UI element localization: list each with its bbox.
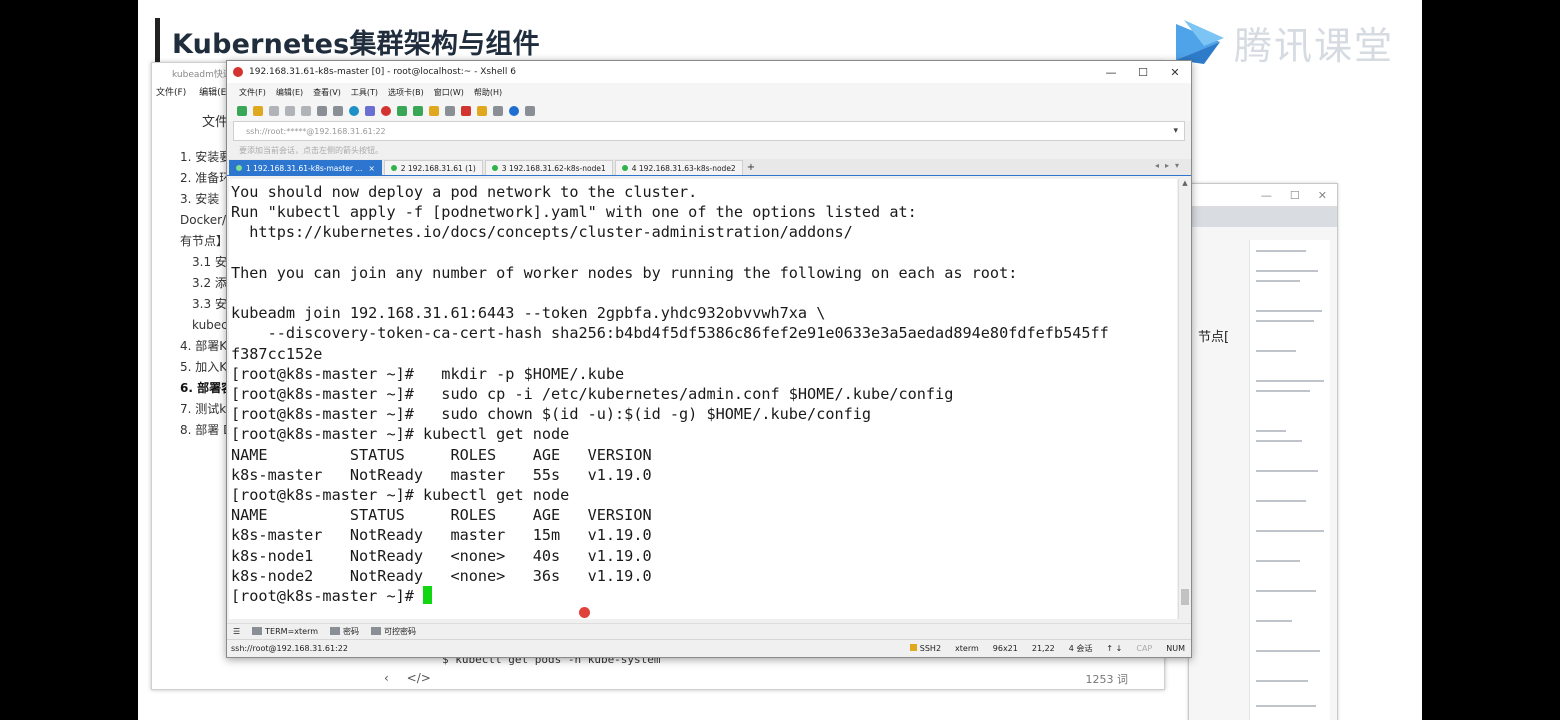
minimize-button[interactable]: — (1095, 66, 1127, 79)
new-session-icon[interactable] (237, 106, 247, 116)
chevron-down-icon[interactable]: ▾ (1173, 126, 1178, 136)
add-tab-button[interactable]: + (747, 162, 755, 173)
window-controls: — ☐ ✕ (1189, 184, 1337, 207)
terminal-text: You should now deploy a pod network to t… (231, 183, 1109, 585)
script-icon[interactable] (477, 106, 487, 116)
menu-tabs[interactable]: 选项卡(B) (388, 87, 424, 98)
tab-label: 3 192.168.31.62-k8s-node1 (501, 163, 606, 173)
tab-session-4[interactable]: 4 192.168.31.63-k8s-node2 (614, 160, 743, 175)
copy-icon[interactable] (285, 106, 295, 116)
session-nav-icon[interactable]: ↑ ↓ (1106, 644, 1122, 653)
status-protocol: SSH2 (909, 644, 941, 653)
xftp-icon[interactable] (381, 106, 391, 116)
font-icon[interactable] (365, 106, 375, 116)
menu-help[interactable]: 帮助(H) (474, 87, 502, 98)
document-preview (1249, 240, 1330, 720)
close-button[interactable]: ✕ (1159, 66, 1191, 79)
menu-file[interactable]: 文件(F) (239, 87, 266, 98)
doc-file-label: 文件 (202, 115, 229, 130)
highlight-icon[interactable] (461, 106, 471, 116)
code-view-button[interactable]: </> (407, 671, 431, 685)
title-accent-bar (155, 18, 160, 62)
scroll-up-icon[interactable]: ▲ (1179, 179, 1191, 191)
terminal-output[interactable]: You should now deploy a pod network to t… (229, 179, 1177, 619)
tab-scroll-arrows-icon[interactable]: ◂▸▾ (1155, 161, 1185, 170)
terminal-prompt: [root@k8s-master ~]# (231, 587, 424, 606)
lock-icon[interactable] (429, 106, 439, 116)
status-term: xterm (955, 644, 979, 653)
prev-button[interactable]: ‹ (384, 671, 389, 685)
tab-label: 4 192.168.31.63-k8s-node2 (631, 163, 736, 173)
paste-icon[interactable] (301, 106, 311, 116)
key-icon (330, 627, 341, 635)
tab-session-3[interactable]: 3 192.168.31.62-k8s-node1 (484, 160, 613, 175)
status-sessions: 4 会话 (1068, 644, 1093, 653)
status-dot-icon (621, 165, 628, 171)
key-icon (371, 627, 382, 635)
brand-text: 腾讯课堂 (1234, 23, 1395, 68)
chat-icon[interactable] (525, 106, 535, 116)
help-icon[interactable] (509, 106, 519, 116)
xshell-app-icon (233, 67, 243, 77)
tab-session-2[interactable]: 2 192.168.31.61 (1) (383, 160, 483, 175)
status-dot-icon (491, 165, 498, 171)
status-bar: ssh://root@192.168.31.61:22 SSH2 xterm 9… (227, 639, 1191, 657)
status-cursor-pos: 21,22 (1031, 644, 1055, 653)
address-bar[interactable]: ssh://root:*****@192.168.31.61:22 ▾ (233, 121, 1185, 141)
tab-label: 1 192.168.31.61-k8s-master ... (246, 163, 363, 173)
print-icon[interactable] (333, 106, 343, 116)
terminal-icon (252, 627, 263, 635)
xshell-menubar: 文件(F) 编辑(E) 查看(V) 工具(T) 选项卡(B) 窗口(W) 帮助(… (227, 83, 1191, 101)
menu-edit[interactable]: 编辑(E) (276, 87, 303, 98)
status-cap: CAP (1136, 644, 1153, 653)
compose-bar: ☰ TERM=xterm 密码 可控密码 (227, 623, 1191, 639)
lock-icon (909, 644, 917, 651)
fullscreen-icon[interactable] (413, 106, 423, 116)
menu-tools[interactable]: 工具(T) (351, 87, 378, 98)
compose-password[interactable]: 密码 (330, 626, 359, 637)
tab-session-1[interactable]: 1 192.168.31.61-k8s-master ... × (229, 160, 382, 175)
maximize-button[interactable]: ☐ (1127, 66, 1159, 79)
search-icon[interactable] (317, 106, 327, 116)
menu-lines-icon[interactable]: ☰ (233, 627, 240, 636)
menu-view[interactable]: 查看(V) (313, 87, 341, 98)
status-size: 96x21 (992, 644, 1018, 653)
status-dot-icon (390, 165, 397, 171)
status-dot-icon (236, 165, 242, 171)
layout-icon[interactable] (493, 106, 503, 116)
window-title: 192.168.31.61-k8s-master [0] - root@loca… (249, 67, 516, 77)
tab-label: 2 192.168.31.61 (1) (400, 163, 476, 173)
address-text: ssh://root:*****@192.168.31.61:22 (246, 126, 386, 136)
background-window-right: — ☐ ✕ (1188, 183, 1338, 720)
terminal-cursor (423, 586, 433, 605)
xshell-titlebar: 192.168.31.61-k8s-master [0] - root@loca… (227, 61, 1191, 83)
disconnect-icon[interactable] (269, 106, 279, 116)
menu-window[interactable]: 窗口(W) (434, 87, 464, 98)
xshell-toolbar (227, 101, 1191, 121)
toolbar (1189, 207, 1337, 227)
status-num: NUM (1166, 644, 1185, 653)
doc-text-fragment: 节点[ (1198, 330, 1230, 345)
compose-controlled-password[interactable]: 可控密码 (371, 626, 416, 637)
word-count: 1253 词 (1085, 673, 1129, 686)
session-hint: 要添加当前会话，点击左侧的箭头按钮。 (239, 145, 383, 155)
doc-nav: ‹ </> (384, 671, 445, 685)
compose-icon[interactable] (397, 106, 407, 116)
xshell-window: 192.168.31.61-k8s-master [0] - root@loca… (226, 60, 1192, 658)
recording-dot-icon (579, 607, 590, 618)
brand-logo: 腾讯课堂 (1170, 16, 1394, 68)
session-tabs: 1 192.168.31.61-k8s-master ... × 2 192.16… (227, 159, 1191, 176)
scroll-thumb[interactable] (1181, 589, 1189, 605)
slide-title: Kubernetes集群架构与组件 (172, 29, 540, 60)
open-folder-icon[interactable] (253, 106, 263, 116)
compose-term[interactable]: TERM=xterm (252, 627, 318, 636)
close-tab-icon[interactable]: × (368, 164, 374, 173)
keyboard-icon[interactable] (445, 106, 455, 116)
vertical-scrollbar[interactable]: ▲ (1178, 179, 1191, 619)
globe-icon[interactable] (349, 106, 359, 116)
doc-menu-file[interactable]: 文件(F) (156, 88, 186, 98)
status-connection: ssh://root@192.168.31.61:22 (231, 644, 348, 653)
